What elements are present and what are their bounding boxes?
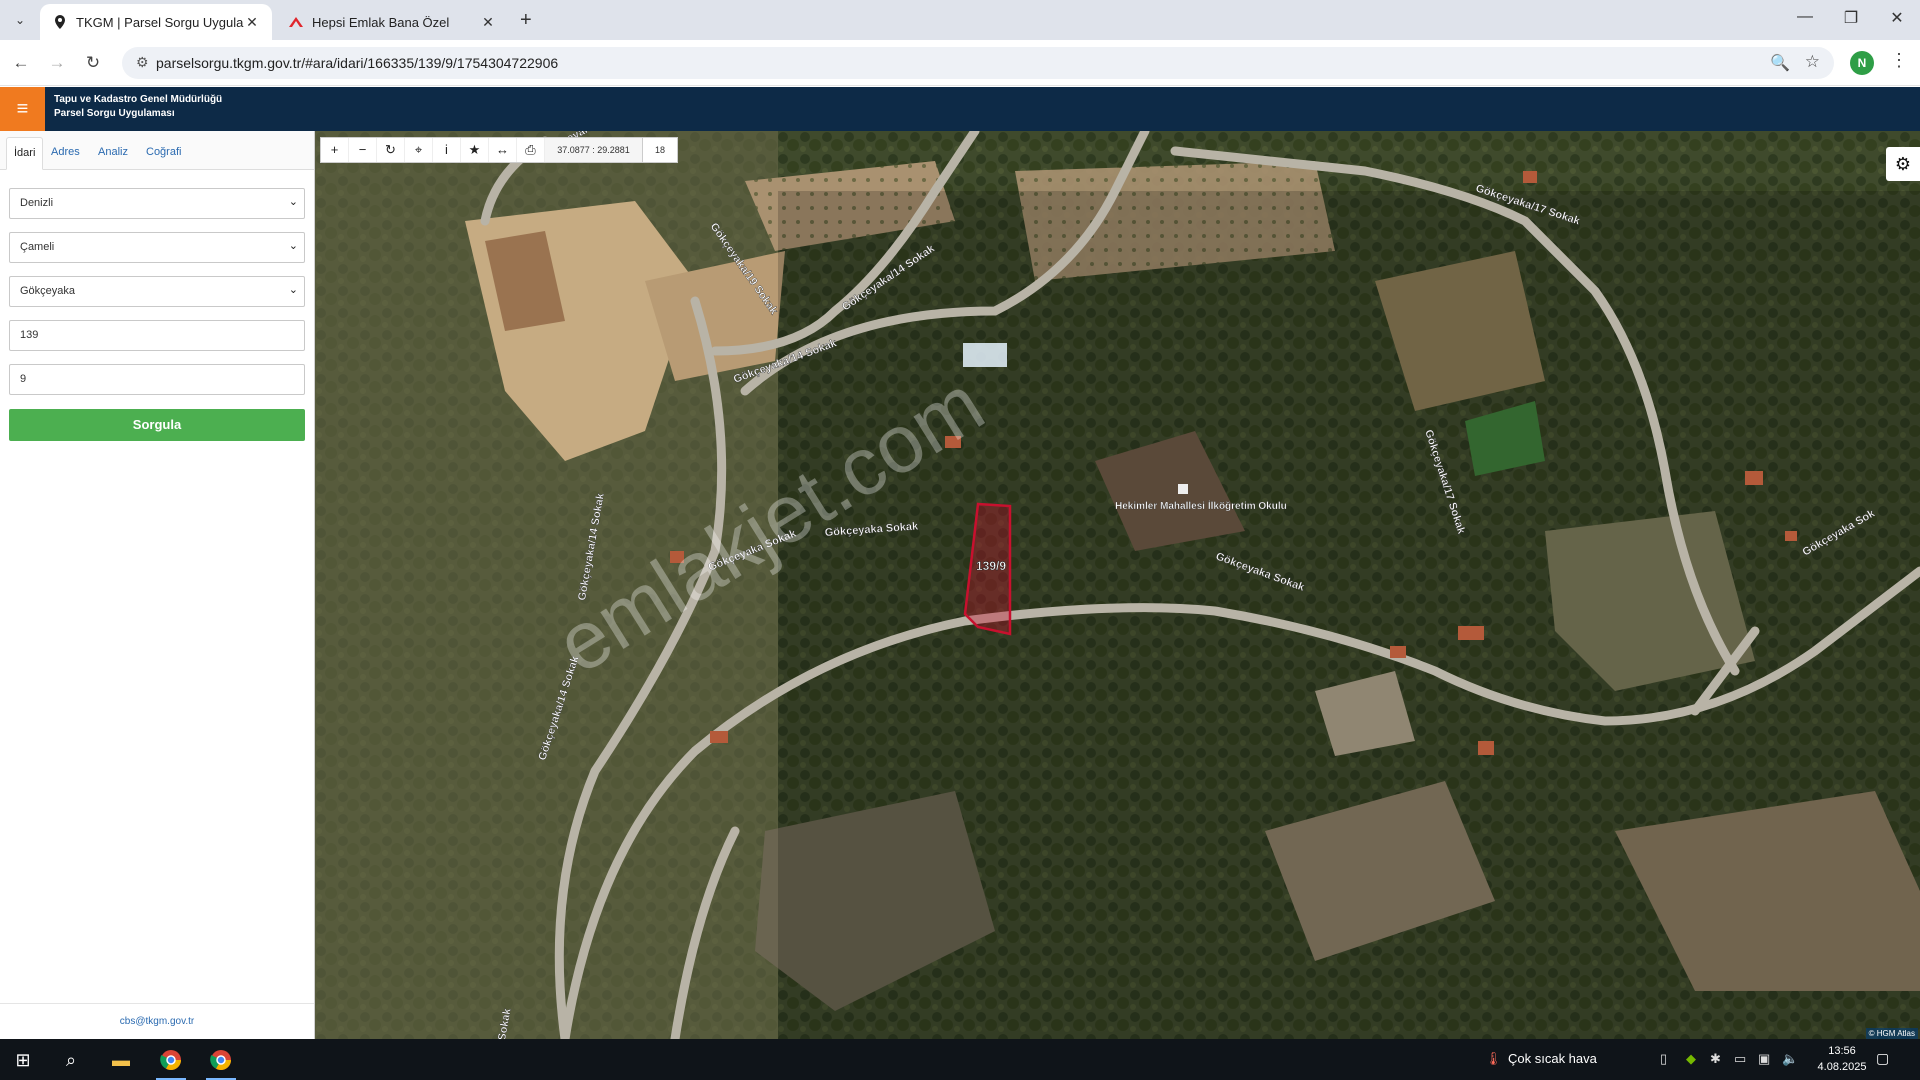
neighborhood-value: Gökçeyaka	[20, 285, 76, 297]
map-attribution: © HGM Atlas	[1865, 1028, 1918, 1039]
pool	[963, 343, 1007, 367]
info-icon[interactable]: i	[433, 138, 461, 162]
zoom-icon[interactable]: 🔍	[1770, 53, 1790, 73]
hamburger-menu-icon[interactable]: ≡	[0, 87, 45, 131]
province-select[interactable]: Denizli ⌄	[9, 188, 305, 219]
chrome-profile-icon[interactable]	[200, 1045, 242, 1080]
profile-avatar[interactable]: N	[1850, 51, 1874, 75]
tab-search-chevron-icon[interactable]: ⌄	[10, 10, 30, 30]
satellite-map[interactable]: Gökçeyaka/19 Sokak Gökçeyaka/19 Sokak Gö…	[315, 131, 1920, 1039]
coordinate-readout: 37.0877 : 29.2881	[545, 138, 643, 162]
search-icon[interactable]: ⌕	[50, 1045, 92, 1075]
chevron-down-icon: ⌄	[288, 240, 298, 252]
address-bar: ← → ↻ ⚙ parselsorgu.tkgm.gov.tr/#ara/ida…	[0, 40, 1920, 86]
thermometer-icon: 🌡	[1485, 1051, 1502, 1066]
browser-tab-hepsiemlak[interactable]: Hepsi Emlak Bana Özel ✕	[276, 4, 508, 40]
windows-taskbar: ⊞ ⌕ ▬ 🌡 Çok sıcak hava ▯ ◆ ✱ ▭ ▣ 🔈 13:56…	[0, 1039, 1920, 1080]
clock-date: 4.08.2025	[1817, 1061, 1867, 1073]
zoom-level: 18	[654, 145, 665, 155]
tab-idari[interactable]: İdari	[6, 137, 44, 170]
site-info-icon[interactable]: ⚙	[136, 54, 149, 71]
network-icon[interactable]: ▭	[1734, 1051, 1746, 1067]
url-input[interactable]: ⚙ parselsorgu.tkgm.gov.tr/#ara/idari/166…	[122, 47, 1834, 79]
school-icon	[1178, 484, 1188, 494]
forward-icon[interactable]: →	[46, 52, 68, 74]
new-tab-button[interactable]: +	[520, 10, 532, 30]
parsel-value: 9	[20, 373, 27, 385]
close-tab-icon[interactable]: ✕	[244, 14, 260, 31]
app-title-line2: Parsel Sorgu Uygulaması	[54, 108, 175, 119]
chrome-logo-icon	[210, 1050, 231, 1070]
url-text[interactable]: parselsorgu.tkgm.gov.tr/#ara/idari/16633…	[156, 55, 558, 71]
neighborhood-select[interactable]: Gökçeyaka ⌄	[9, 276, 305, 307]
refresh-icon[interactable]: ↻	[377, 138, 405, 162]
notification-icon[interactable]: ▢	[1876, 1050, 1889, 1067]
measure-icon[interactable]: ↔	[489, 138, 517, 162]
map-view[interactable]: Gökçeyaka/19 Sokak Gökçeyaka/19 Sokak Gö…	[315, 131, 1920, 1039]
chrome-logo-icon	[160, 1050, 181, 1070]
chrome-icon[interactable]	[150, 1045, 192, 1080]
chevron-down-icon: ⌄	[288, 284, 298, 296]
tab-title: TKGM | Parsel Sorgu Uygulama	[76, 14, 244, 30]
chevron-down-icon: ⌄	[288, 196, 298, 208]
zoom-in-icon[interactable]: +	[321, 138, 349, 162]
close-tab-icon[interactable]: ✕	[480, 14, 496, 31]
app-header: ≡ Tapu ve Kadastro Genel Müdürlüğü Parse…	[0, 87, 1920, 131]
hepsiemlak-logo-icon	[289, 17, 303, 27]
tab-adres[interactable]: Adres	[44, 137, 87, 170]
settings-gear-icon[interactable]: ⚙	[1886, 147, 1920, 181]
clock-time: 13:56	[1828, 1045, 1856, 1057]
district-select[interactable]: Çameli ⌄	[9, 232, 305, 263]
browser-tab-bar: ⌄ TKGM | Parsel Sorgu Uygulama ✕ Hepsi E…	[0, 0, 1920, 40]
query-sidebar: İdari Adres Analiz Coğrafi Denizli ⌄ Çam…	[0, 131, 315, 1039]
print-icon[interactable]: ⎙	[517, 138, 545, 162]
contact-email-link[interactable]: cbs@tkgm.gov.tr	[0, 1003, 314, 1039]
tab-analiz[interactable]: Analiz	[91, 137, 135, 170]
locate-icon[interactable]: ⌖	[405, 138, 433, 162]
map-pin-icon	[55, 15, 65, 29]
system-clock[interactable]: 13:56 4.08.2025	[1812, 1043, 1872, 1075]
tab-title: Hepsi Emlak Bana Özel	[312, 14, 450, 30]
restore-icon[interactable]: ❐	[1828, 8, 1874, 28]
bookmark-star-icon[interactable]: ☆	[1805, 52, 1820, 72]
favorite-star-icon[interactable]: ★	[461, 138, 489, 162]
parcel-label: 139/9	[976, 559, 1006, 573]
app-title: Tapu ve Kadastro Genel Müdürlüğü Parsel …	[54, 93, 222, 121]
sidebar-tabs: İdari Adres Analiz Coğrafi	[0, 131, 314, 170]
nvidia-icon[interactable]: ◆	[1686, 1051, 1696, 1067]
reload-icon[interactable]: ↻	[82, 52, 104, 74]
ada-value: 139	[20, 329, 39, 341]
volume-icon[interactable]: 🔈	[1782, 1051, 1798, 1067]
usb-icon[interactable]: ▯	[1660, 1051, 1667, 1067]
query-button[interactable]: Sorgula	[9, 409, 305, 441]
bluetooth-icon[interactable]: ✱	[1710, 1051, 1721, 1067]
close-window-icon[interactable]: ✕	[1874, 8, 1920, 28]
browser-menu-icon[interactable]: ⋮	[1890, 50, 1908, 71]
weather-text[interactable]: Çok sıcak hava	[1508, 1051, 1597, 1066]
back-icon[interactable]: ←	[10, 52, 32, 74]
map-toolbar: + − ↻ ⌖ i ★ ↔ ⎙ 37.0877 : 29.2881 18	[320, 137, 678, 163]
app-title-line1: Tapu ve Kadastro Genel Müdürlüğü	[54, 94, 223, 105]
file-explorer-icon[interactable]: ▬	[100, 1045, 142, 1075]
district-value: Çameli	[20, 241, 55, 253]
browser-tab-tkgm[interactable]: TKGM | Parsel Sorgu Uygulama ✕	[40, 4, 272, 40]
province-value: Denizli	[20, 197, 54, 209]
windows-start-icon[interactable]: ⊞	[2, 1045, 44, 1075]
poi-label: Hekimler Mahallesi İlköğretim Okulu	[1115, 499, 1287, 512]
ada-input[interactable]: 139	[9, 320, 305, 351]
zoom-out-icon[interactable]: −	[349, 138, 377, 162]
minimize-icon[interactable]: —	[1782, 8, 1828, 26]
tab-cografi[interactable]: Coğrafi	[139, 137, 188, 170]
battery-icon[interactable]: ▣	[1758, 1051, 1770, 1067]
parsel-input[interactable]: 9	[9, 364, 305, 395]
